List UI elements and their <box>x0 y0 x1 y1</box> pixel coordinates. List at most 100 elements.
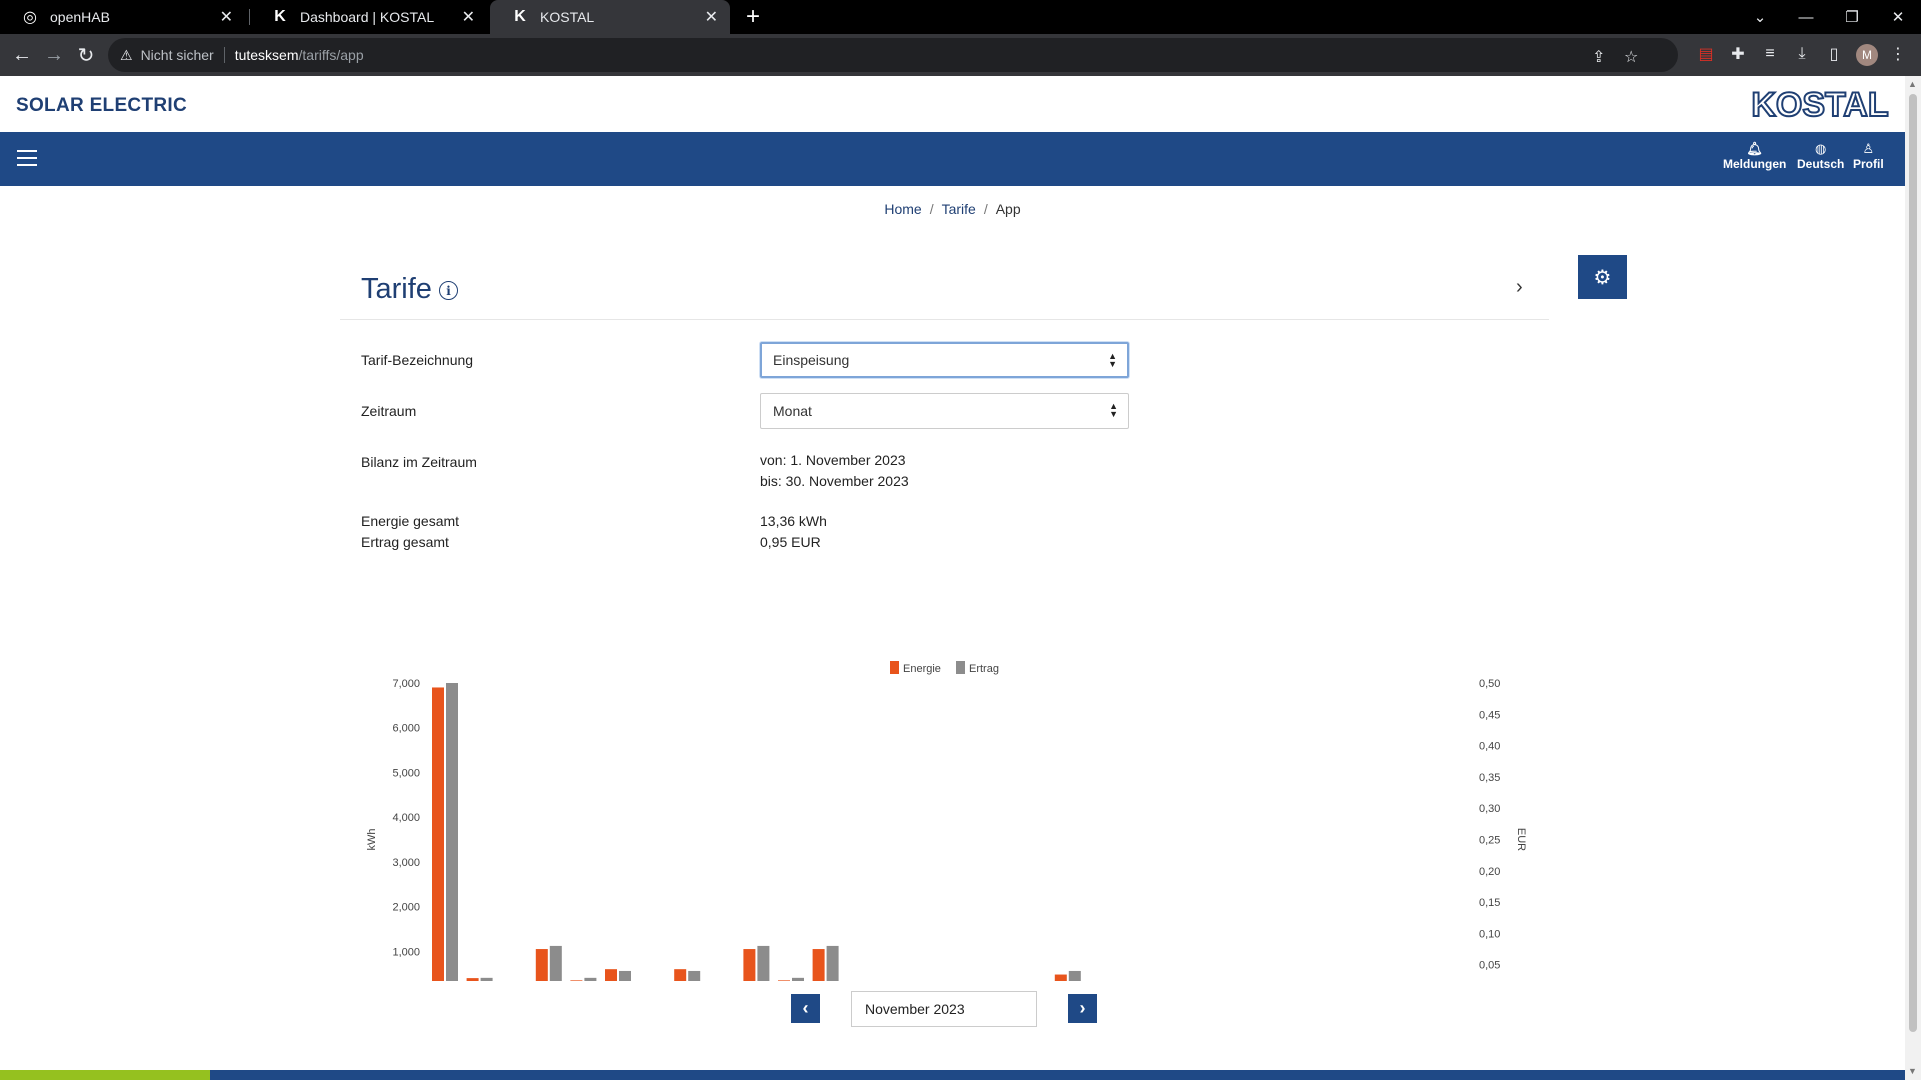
legend-label[interactable]: Energie <box>903 663 941 675</box>
bookmark-star-icon[interactable]: ☆ <box>1624 47 1638 67</box>
y-axis-label: kWh <box>366 829 378 851</box>
info-icon[interactable]: i <box>439 281 458 300</box>
nav-messages-label: Meldungen <box>1723 157 1787 171</box>
y-tick-label: 3,000 <box>392 857 420 869</box>
yield-total-value: 0,95 EUR <box>760 534 821 550</box>
yield-bar <box>688 970 701 981</box>
period-select[interactable]: Monat ▲ ▼ <box>760 393 1129 429</box>
kostal-k-icon: K <box>514 8 526 25</box>
address-divider <box>223 47 225 63</box>
balance-range: von: 1. November 2023 bis: 30. November … <box>760 450 909 492</box>
tab-dashboard-kostal[interactable]: K Dashboard | KOSTAL ✕ <box>250 0 487 34</box>
reload-icon[interactable]: ↻ <box>70 39 102 71</box>
chevron-left-icon: ‹ <box>802 998 809 1018</box>
y2-tick-label: 0,10 <box>1479 928 1500 940</box>
chevron-right-icon[interactable]: › <box>1516 276 1523 299</box>
back-icon[interactable]: ← <box>6 39 38 71</box>
globe-icon: ◍ <box>1815 141 1827 156</box>
address-bar[interactable]: ⚠ Nicht sicher tutesksem/tariffs/app ⇪ ☆ <box>108 38 1678 72</box>
balance-label: Bilanz im Zeitraum <box>361 454 477 470</box>
site-brand[interactable]: SOLAR ELECTRIC <box>16 95 187 117</box>
share-icon[interactable]: ⇪ <box>1592 47 1605 67</box>
browser-menu-icon[interactable]: ⋮ <box>1889 45 1907 63</box>
yield-bar <box>480 977 493 981</box>
yield-bar <box>549 945 562 981</box>
minimize-icon[interactable]: — <box>1783 0 1829 34</box>
download-icon[interactable]: ⤓ <box>1793 45 1811 63</box>
energy-bar <box>812 949 825 981</box>
month-picker-input[interactable]: November 2023 <box>851 991 1037 1027</box>
tariff-select[interactable]: Einspeisung ▲ ▼ <box>760 342 1129 378</box>
yield-bar <box>584 977 597 981</box>
y2-tick-label: 0,40 <box>1479 741 1500 753</box>
window-close-icon[interactable]: ✕ <box>1875 0 1921 34</box>
tariff-chart: EnergieErtrag0,0001,0002,0003,0004,0005,… <box>366 661 1527 981</box>
extension-red-icon[interactable]: ▤ <box>1697 45 1715 63</box>
nav-language-label: Deutsch <box>1797 157 1845 171</box>
web-page: SOLAR ELECTRIC KOSTAL 🔔︎ Meldungen ◍ Deu… <box>0 76 1905 1080</box>
breadcrumb-tarife[interactable]: Tarife <box>942 201 976 217</box>
close-icon[interactable]: ✕ <box>220 7 233 27</box>
legend-label[interactable]: Ertrag <box>969 663 999 675</box>
kostal-k-icon: K <box>274 8 286 25</box>
energy-bar <box>743 949 756 981</box>
security-label[interactable]: Nicht sicher <box>141 47 214 63</box>
nav-language[interactable]: ◍ Deutsch <box>1797 141 1844 171</box>
kostal-logo[interactable]: KOSTAL <box>1750 86 1890 122</box>
reading-list-icon[interactable]: ≡ <box>1761 45 1779 63</box>
footer-strip <box>0 1070 1905 1080</box>
y-tick-label: 7,000 <box>392 678 420 690</box>
scroll-down-icon[interactable]: ▼ <box>1908 1066 1917 1076</box>
yield-total-label: Ertrag gesamt <box>361 534 449 550</box>
breadcrumb-separator: / <box>983 201 988 217</box>
profile-avatar[interactable]: M <box>1856 44 1878 66</box>
browser-toolbar: ← → ↻ ⚠ Nicht sicher tutesksem/tariffs/a… <box>0 34 1921 76</box>
tab-kostal[interactable]: K KOSTAL ✕ <box>490 0 730 34</box>
energy-bar <box>570 980 583 981</box>
scroll-up-icon[interactable]: ▲ <box>1908 79 1917 89</box>
close-icon[interactable]: ✕ <box>462 7 475 27</box>
side-panel-icon[interactable]: ▯ <box>1825 45 1843 63</box>
select-caret-icon: ▲ ▼ <box>1109 401 1118 419</box>
month-picker-value: November 2023 <box>865 1001 965 1017</box>
next-month-button[interactable]: › <box>1068 994 1097 1023</box>
y-tick-label: 2,000 <box>392 902 420 914</box>
close-icon[interactable]: ✕ <box>705 7 718 27</box>
tariff-select-value: Einspeisung <box>773 352 850 368</box>
title-row: Tarife i › <box>340 266 1549 320</box>
nav-profile-label: Profil <box>1853 157 1884 171</box>
page-scrollbar[interactable]: ▲ ▼ <box>1905 76 1921 1080</box>
yield-bar <box>826 945 839 981</box>
y2-axis-label: EUR <box>1515 828 1527 851</box>
restore-icon[interactable]: ❐ <box>1829 0 1875 34</box>
balance-to: bis: 30. November 2023 <box>760 473 909 489</box>
nav-profile[interactable]: ♙ Profil <box>1853 141 1884 171</box>
y-tick-label: 6,000 <box>392 723 420 735</box>
scrollbar-thumb[interactable] <box>1909 94 1917 1032</box>
breadcrumb-current: App <box>995 201 1021 217</box>
yield-bar <box>1068 970 1081 981</box>
energy-bar <box>674 969 687 981</box>
tab-openhab[interactable]: ◎ openHAB ✕ <box>0 0 245 34</box>
tab-title: openHAB <box>50 9 110 25</box>
hamburger-menu-icon[interactable] <box>17 150 37 166</box>
openhab-icon: ◎ <box>23 9 37 26</box>
tab-search-icon[interactable]: ⌄ <box>1737 0 1783 34</box>
y2-tick-label: 0,30 <box>1479 803 1500 815</box>
settings-button[interactable]: ⚙ <box>1578 255 1627 299</box>
yield-bar <box>619 970 631 981</box>
breadcrumb-home[interactable]: Home <box>884 201 921 217</box>
previous-month-button[interactable]: ‹ <box>791 994 820 1023</box>
forward-icon[interactable]: → <box>38 39 70 71</box>
warning-icon[interactable]: ⚠ <box>120 47 133 64</box>
energy-bar <box>605 969 617 981</box>
url-path: /tariffs/app <box>298 47 364 63</box>
extensions-puzzle-icon[interactable]: ✚ <box>1729 45 1747 63</box>
nav-messages[interactable]: 🔔︎ Meldungen <box>1723 141 1786 171</box>
legend-swatch[interactable] <box>956 661 965 674</box>
legend-swatch[interactable] <box>890 661 899 674</box>
balance-from: von: 1. November 2023 <box>760 452 906 468</box>
y2-tick-label: 0,15 <box>1479 897 1500 909</box>
y2-tick-label: 0,05 <box>1479 960 1500 972</box>
new-tab-button[interactable]: + <box>738 0 768 34</box>
